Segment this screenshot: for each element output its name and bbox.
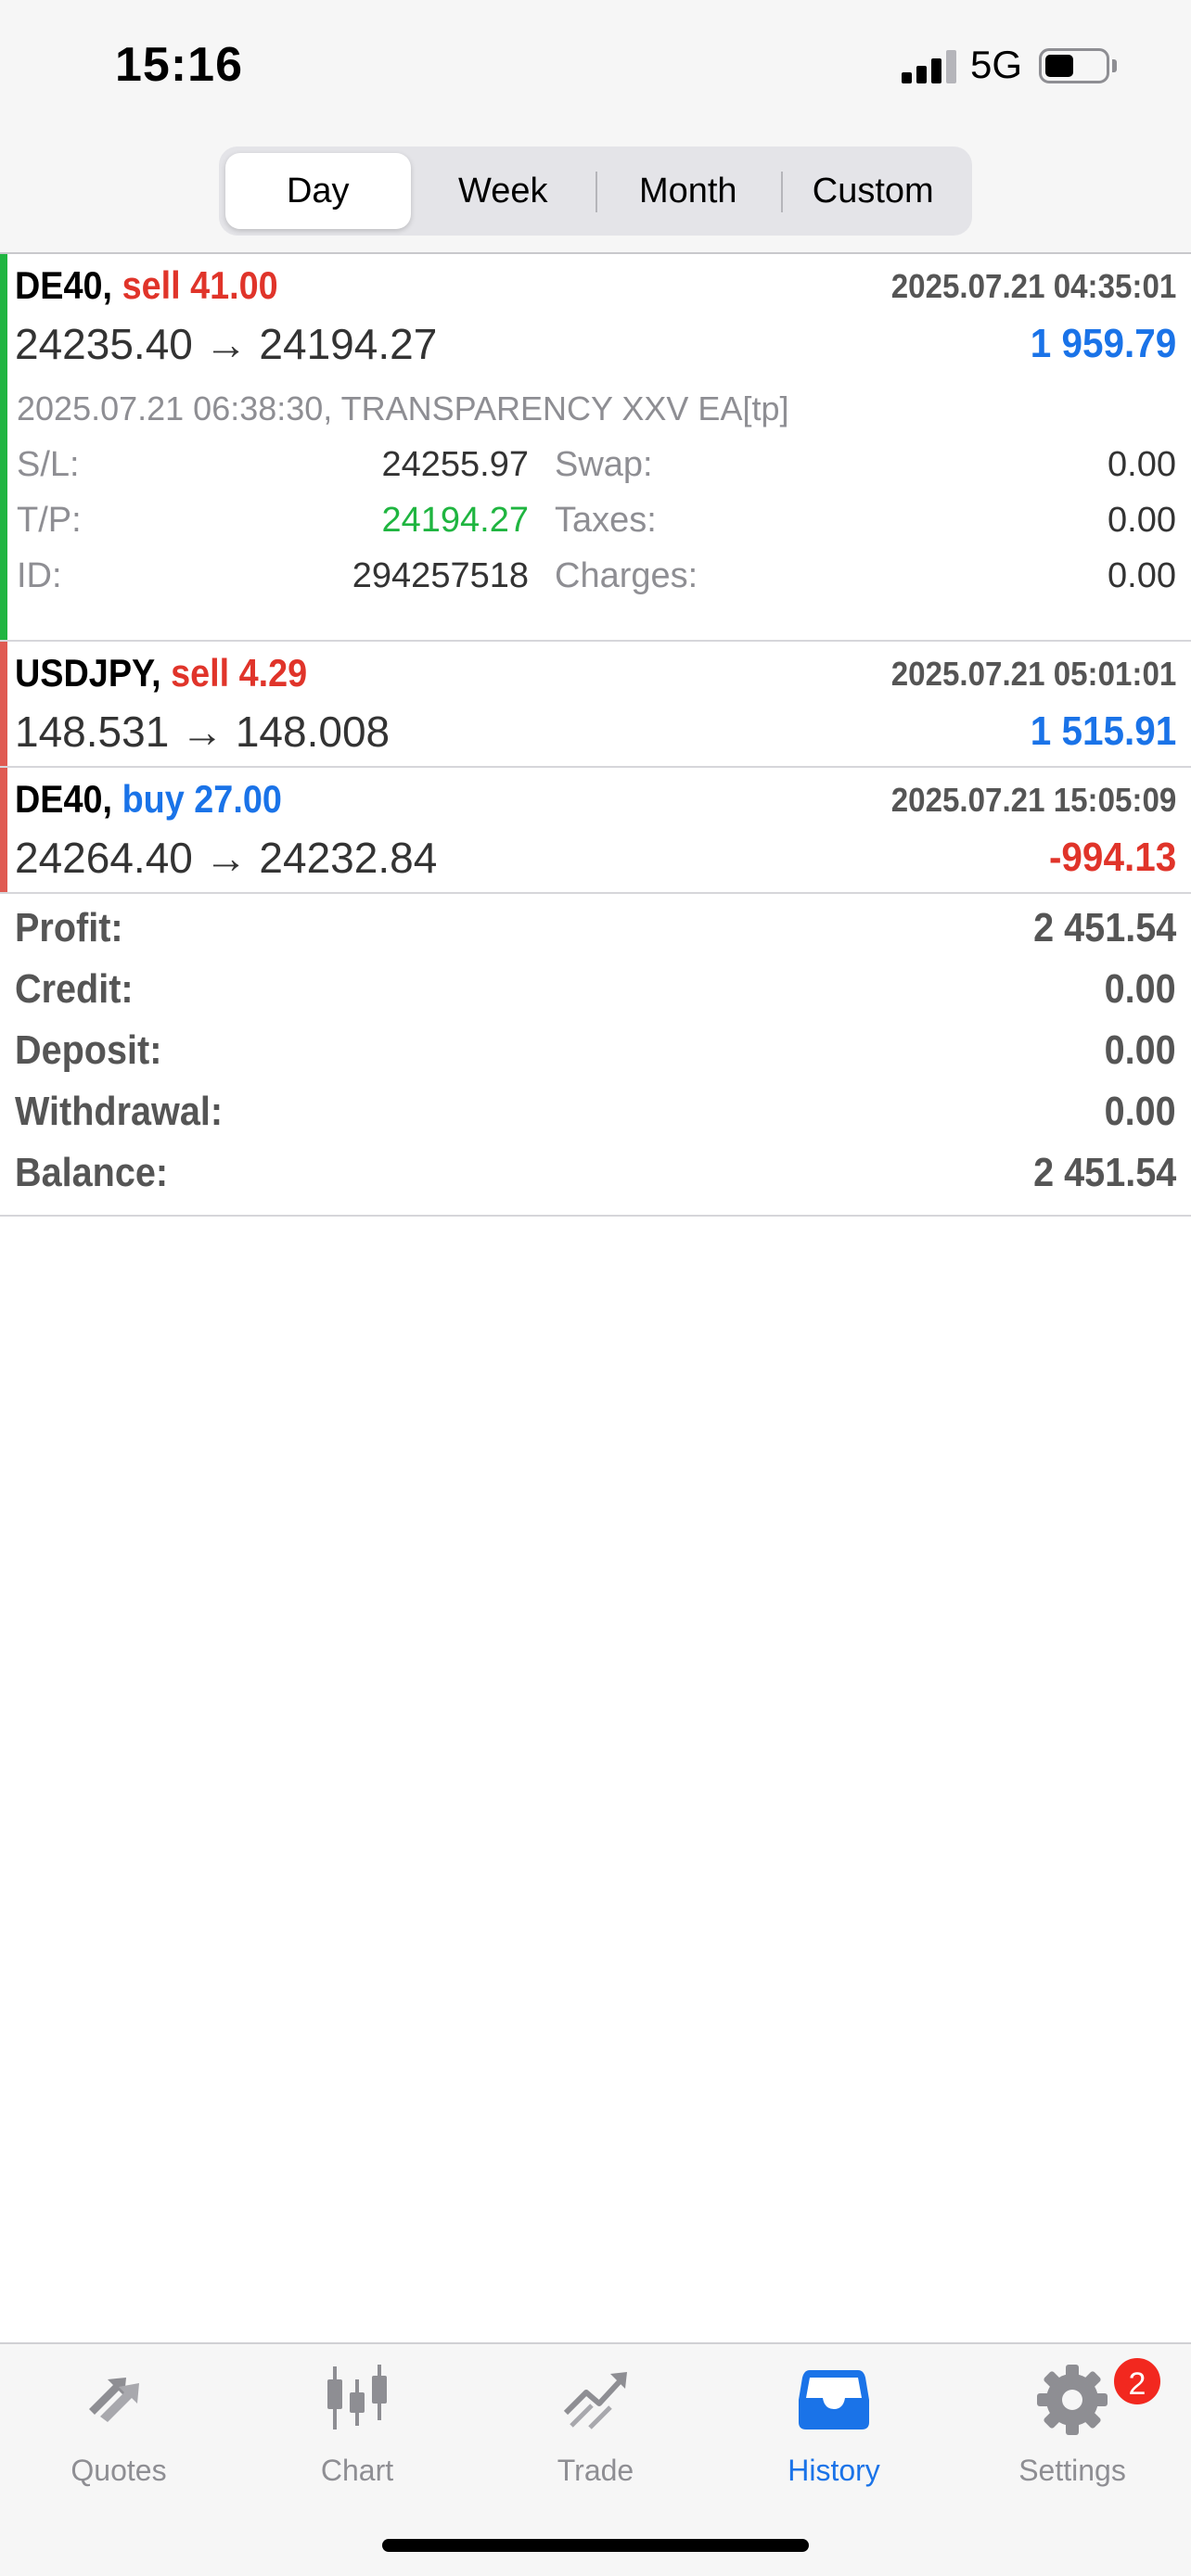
deal-direction: buy 27.00 (122, 777, 282, 821)
tab-chart[interactable]: Chart (238, 2344, 476, 2493)
network-type: 5G (970, 43, 1023, 86)
battery-level-fill (1045, 55, 1073, 77)
trade-trend-icon (563, 2372, 627, 2429)
battery-icon (1039, 48, 1109, 83)
deal-direction: sell 4.29 (171, 651, 308, 695)
tab-label: Settings (1018, 2454, 1126, 2487)
total-row-withdrawal: Withdrawal: 0.00 (0, 1079, 1191, 1141)
swap-label: Swap: (555, 445, 653, 484)
deal-prices: 24264.40 → 24232.84 (15, 834, 438, 882)
deal-open-time: 2025.07.21 15:05:09 (890, 781, 1176, 819)
total-label: Credit: (15, 966, 134, 1012)
gear-icon (1037, 2365, 1108, 2435)
deal-symbol-name: DE40, (15, 263, 113, 307)
id-label: ID: (17, 556, 62, 595)
home-indicator[interactable] (382, 2539, 809, 2552)
total-value: 0.00 (1104, 966, 1176, 1012)
charges-value: 0.00 (1108, 556, 1176, 595)
deal-profit: 1 959.79 (1030, 321, 1176, 366)
total-value: 0.00 (1104, 1089, 1176, 1134)
deal-symbol: DE40, buy 27.00 (15, 777, 282, 822)
id-value: 294257518 (352, 556, 529, 595)
tab-label: History (788, 2454, 880, 2487)
tab-custom[interactable]: Custom (780, 153, 967, 229)
history-inbox-icon (799, 2370, 869, 2429)
deal-detail-row: ID: 294257518 Charges: 0.00 (0, 549, 1191, 605)
total-row-credit: Credit: 0.00 (0, 957, 1191, 1018)
tab-week[interactable]: Week (411, 153, 596, 229)
deal-symbol-name: DE40, (15, 777, 113, 821)
taxes-label: Taxes: (555, 501, 657, 540)
tab-quotes[interactable]: Quotes (0, 2344, 237, 2493)
deal-symbol: USDJPY, sell 4.29 (15, 651, 307, 695)
deal-row[interactable]: DE40, buy 27.00 2025.07.21 15:05:09 2426… (0, 768, 1191, 894)
tab-history[interactable]: History (715, 2344, 953, 2493)
swap-value: 0.00 (1108, 445, 1176, 484)
deals-list: DE40, sell 41.00 2025.07.21 04:35:01 242… (0, 254, 1191, 894)
status-time: 15:16 (115, 38, 243, 92)
candlestick-chart-icon (327, 2365, 387, 2429)
total-label: Deposit: (15, 1027, 162, 1073)
total-label: Balance: (15, 1150, 169, 1195)
total-label: Withdrawal: (15, 1089, 224, 1134)
history-totals: Profit: 2 451.54 Credit: 0.00 Deposit: 0… (0, 896, 1191, 1217)
status-bar: 15:16 5G (0, 0, 1191, 130)
period-segmented-control: Day Week Month Custom (219, 147, 972, 236)
total-value: 2 451.54 (1032, 905, 1176, 950)
sl-value: 24255.97 (381, 445, 530, 484)
deal-row[interactable]: DE40, sell 41.00 2025.07.21 04:35:01 242… (0, 254, 1191, 642)
total-row-profit: Profit: 2 451.54 (0, 896, 1191, 957)
charges-label: Charges: (555, 556, 698, 595)
total-row-deposit: Deposit: 0.00 (0, 1018, 1191, 1079)
deal-open-time: 2025.07.21 05:01:01 (890, 655, 1176, 693)
deal-symbol-name: USDJPY, (15, 651, 161, 695)
sl-label: S/L: (17, 445, 80, 484)
tp-value: 24194.27 (381, 501, 530, 540)
deal-detail-row: T/P: 24194.27 Taxes: 0.00 (0, 493, 1191, 549)
total-value: 0.00 (1104, 1027, 1176, 1073)
total-label: Profit: (15, 905, 123, 950)
settings-badge: 2 (1111, 2355, 1163, 2407)
deal-row[interactable]: USDJPY, sell 4.29 2025.07.21 05:01:01 14… (0, 642, 1191, 768)
deal-profit: 1 515.91 (1030, 708, 1176, 754)
tab-label: Quotes (70, 2454, 167, 2487)
period-selector-bar: Day Week Month Custom (0, 130, 1191, 254)
deal-profit: -994.13 (1048, 835, 1176, 880)
battery-tip (1112, 59, 1117, 72)
total-value: 2 451.54 (1032, 1150, 1176, 1195)
deal-comment: 2025.07.21 06:38:30, TRANSPARENCY XXV EA… (17, 389, 789, 427)
deal-open-time: 2025.07.21 04:35:01 (890, 267, 1176, 305)
tp-label: T/P: (17, 501, 82, 540)
deal-prices: 24235.40 → 24194.27 (15, 320, 438, 368)
tab-trade[interactable]: Trade (477, 2344, 714, 2493)
tab-settings[interactable]: 2 Settings (954, 2344, 1191, 2493)
cellular-signal-icon (902, 50, 957, 83)
quotes-arrows-icon (89, 2378, 139, 2422)
tab-label: Trade (557, 2454, 634, 2487)
deal-detail-row: S/L: 24255.97 Swap: 0.00 (0, 438, 1191, 493)
taxes-value: 0.00 (1108, 501, 1176, 540)
total-row-balance: Balance: 2 451.54 (0, 1141, 1191, 1202)
tab-month[interactable]: Month (596, 153, 781, 229)
deal-direction: sell 41.00 (122, 263, 278, 307)
deal-symbol: DE40, sell 41.00 (15, 263, 278, 308)
deal-prices: 148.531 → 148.008 (15, 708, 391, 756)
tab-day[interactable]: Day (225, 153, 411, 229)
tab-label: Chart (320, 2454, 394, 2487)
